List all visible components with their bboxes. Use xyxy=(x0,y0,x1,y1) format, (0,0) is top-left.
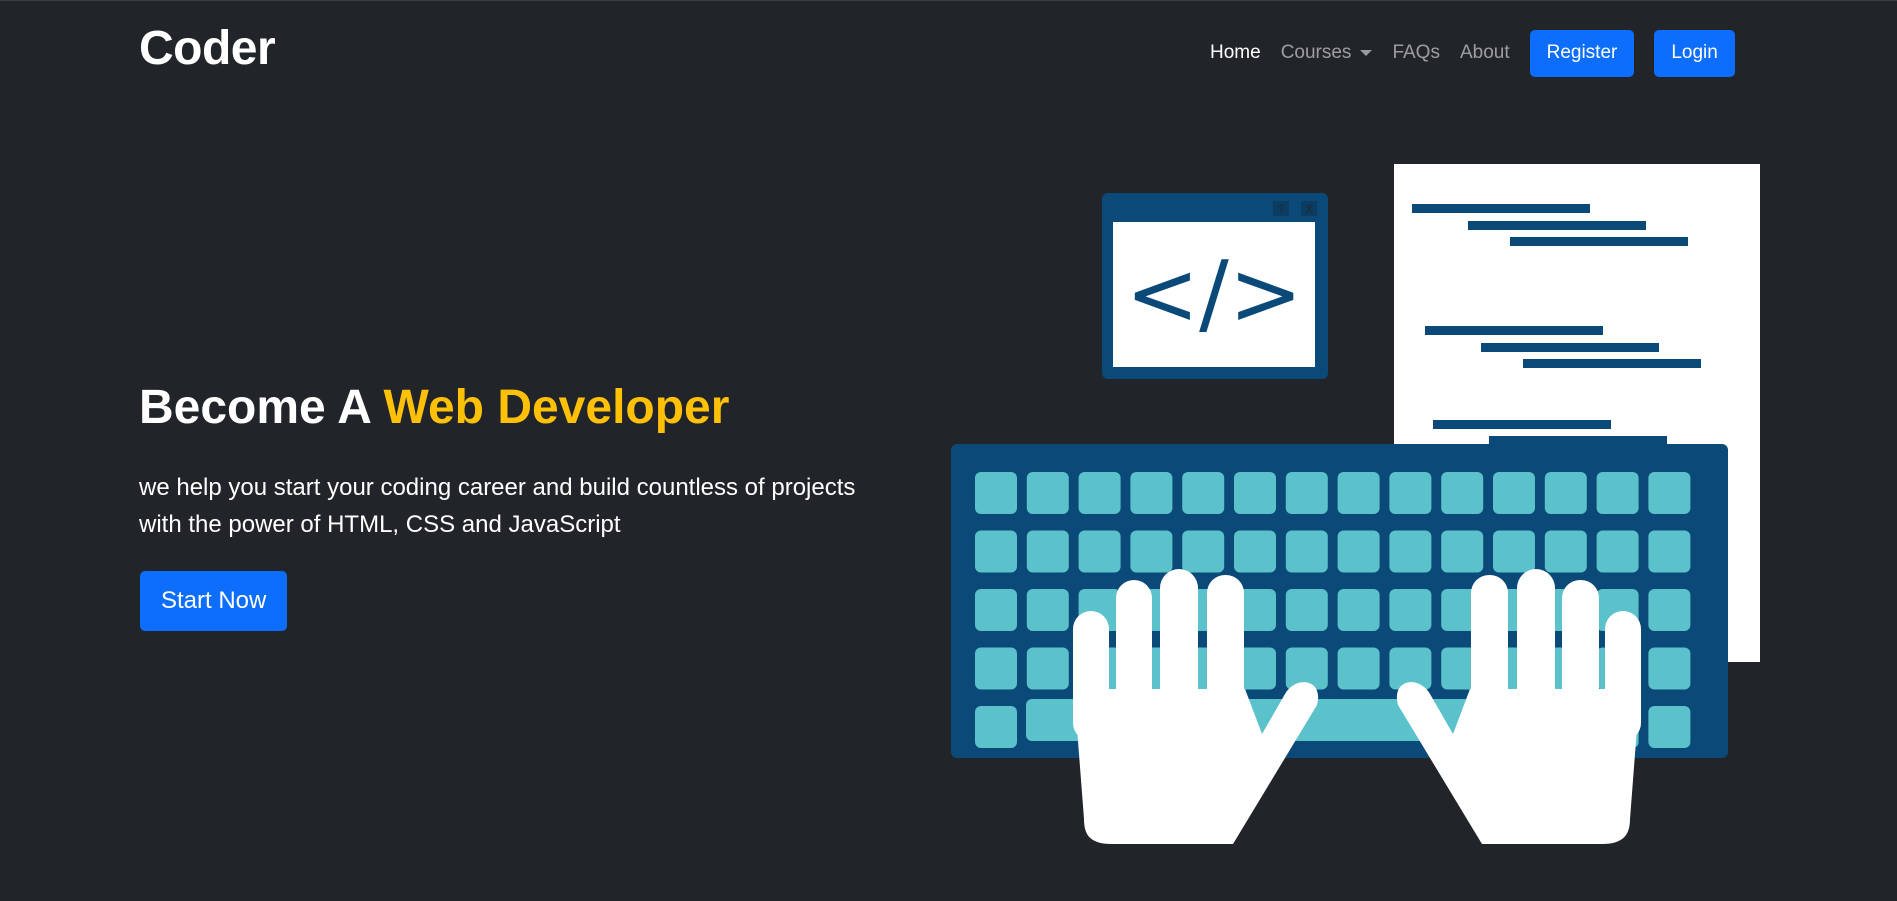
keyboard-key xyxy=(1026,647,1069,690)
keyboard-key xyxy=(1648,647,1691,690)
keyboard-key xyxy=(1596,530,1639,573)
window-help-label: ? xyxy=(1278,202,1285,216)
keyboard-key xyxy=(975,472,1017,514)
keyboard-key xyxy=(1441,472,1484,514)
start-now-button[interactable]: Start Now xyxy=(140,571,288,631)
keyboard-key xyxy=(1389,472,1432,514)
keyboard-key xyxy=(1441,530,1484,573)
nav-about[interactable]: About xyxy=(1460,42,1510,64)
keyboard-key xyxy=(1026,589,1069,631)
keyboard-key xyxy=(1078,530,1121,573)
chevron-down-icon xyxy=(1360,50,1373,56)
keyboard-key xyxy=(1337,647,1380,690)
page: Coder Home Courses FAQs About Register L… xyxy=(0,0,1897,901)
keyboard-key xyxy=(975,706,1017,748)
hero-title: Become A Web Developer xyxy=(139,379,729,437)
keyboard-key xyxy=(1337,589,1380,631)
keyboard-key xyxy=(1078,472,1121,514)
keyboard-key xyxy=(1130,472,1173,514)
keyboard-key xyxy=(1596,472,1639,514)
keyboard-key xyxy=(1493,530,1535,573)
keyboard-key xyxy=(1389,589,1432,631)
keyboard-key xyxy=(1648,706,1691,748)
nav-faqs[interactable]: FAQs xyxy=(1392,42,1440,64)
keyboard-key xyxy=(1544,472,1587,514)
keyboard-key xyxy=(1026,530,1069,573)
keyboard-key xyxy=(1389,530,1432,573)
keyboard-key xyxy=(1234,530,1276,573)
keyboard-key xyxy=(1285,589,1328,631)
main-nav: Home Courses FAQs About Register Login xyxy=(1210,29,1735,77)
keyboard-key xyxy=(1182,530,1225,573)
code-tag-text: </> xyxy=(1125,242,1302,345)
keyboard-key xyxy=(1182,472,1225,514)
keyboard-key xyxy=(975,530,1017,573)
hero-title-highlight: Web Developer xyxy=(383,381,730,434)
nav-courses-label: Courses xyxy=(1280,42,1352,63)
code-window-icon: ? X </> xyxy=(1102,193,1328,379)
hero-description: we help you start your coding career and… xyxy=(139,474,856,538)
keyboard-key xyxy=(1493,472,1535,514)
keyboard-key xyxy=(1234,472,1276,514)
hero-title-prefix: Become A xyxy=(139,381,384,434)
keyboard-key xyxy=(1285,530,1328,573)
register-button[interactable]: Register xyxy=(1529,29,1635,77)
keyboard-key xyxy=(1337,530,1380,573)
keyboard-key xyxy=(1648,530,1691,573)
window-close-label: X xyxy=(1305,202,1313,216)
login-button[interactable]: Login xyxy=(1654,29,1735,77)
keyboard-key xyxy=(975,647,1017,690)
keyboard-key xyxy=(1544,530,1587,573)
nav-home[interactable]: Home xyxy=(1210,42,1261,64)
keyboard-key xyxy=(1285,472,1328,514)
nav-courses-dropdown[interactable]: Courses xyxy=(1281,42,1373,64)
keyboard-key xyxy=(1648,472,1691,514)
keyboard-key xyxy=(1648,589,1691,631)
keyboard-key xyxy=(1026,472,1069,514)
brand-logo[interactable]: Coder xyxy=(139,21,276,77)
keyboard-key xyxy=(1337,472,1380,514)
keyboard-key xyxy=(975,589,1017,631)
typing-on-keyboard-illustration: ? X </> xyxy=(951,164,1760,844)
keyboard-key xyxy=(1130,530,1173,573)
